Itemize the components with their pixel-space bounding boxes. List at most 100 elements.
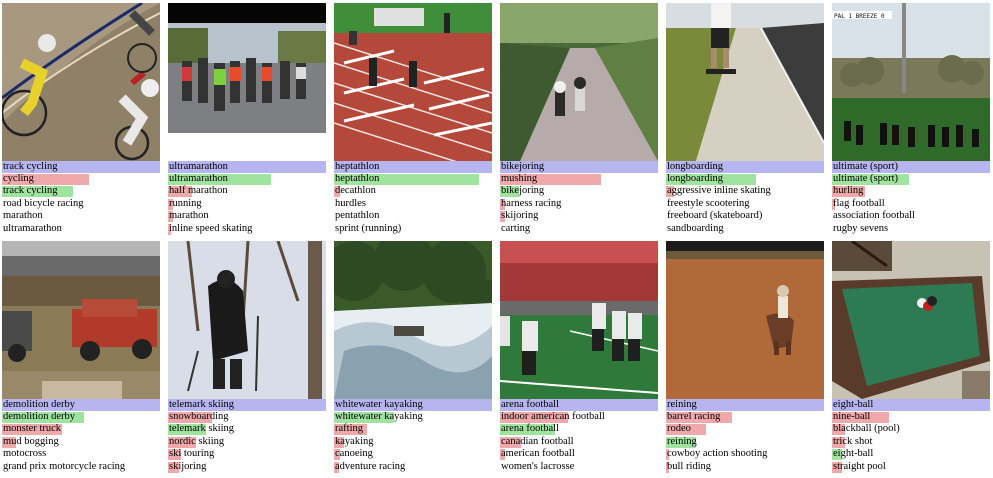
- prediction-label: rodeo: [667, 423, 691, 435]
- prediction-row: blackball (pool): [832, 423, 990, 436]
- ground-truth-label: eight-ball: [832, 399, 990, 411]
- prediction-list: cycling track cycling road bicycle racing m…: [2, 173, 160, 235]
- prediction-row: rodeo: [666, 423, 824, 436]
- prediction-row: trick shot: [832, 436, 990, 448]
- prediction-label: american football: [501, 448, 575, 460]
- prediction-row: harness racing: [500, 198, 658, 210]
- prediction-list: snowboarding telemark skiing nordic skiing…: [168, 411, 326, 473]
- prediction-label: eight-ball: [833, 448, 874, 460]
- prediction-list: ultramarathon half marathon running maratho…: [168, 173, 326, 235]
- prediction-label: bikejoring: [501, 185, 545, 197]
- prediction-row: skijoring: [500, 210, 658, 223]
- prediction-row: bull riding: [666, 461, 824, 473]
- prediction-row: pentathlon: [334, 210, 492, 222]
- prediction-row: skijoring: [168, 461, 326, 473]
- prediction-row: bikejoring: [500, 185, 658, 198]
- prediction-label: cowboy action shooting: [667, 448, 768, 460]
- prediction-label: skijoring: [169, 460, 207, 472]
- prediction-row: whitewater kayaking: [334, 411, 492, 423]
- prediction-row: hurdles: [334, 198, 492, 210]
- prediction-row: canadian football: [500, 436, 658, 448]
- prediction-row: flag football: [832, 198, 990, 210]
- prediction-row: longboarding: [666, 173, 824, 185]
- grid-row-1: track cycling cycling track cycling road b…: [2, 3, 991, 240]
- prediction-label: half marathon: [169, 185, 228, 197]
- prediction-row: straight pool: [832, 461, 990, 473]
- prediction-label: telemark skiing: [169, 423, 235, 435]
- prediction-label: association football: [833, 210, 915, 222]
- video-frame-telemark-skiing: [168, 241, 326, 399]
- prediction-row: arena football: [500, 423, 658, 436]
- prediction-label: skijoring: [501, 210, 539, 222]
- prediction-row: half marathon: [168, 185, 326, 198]
- prediction-row: sprint (running): [334, 223, 492, 235]
- prediction-row: association football: [832, 210, 990, 222]
- ground-truth-label: arena football: [500, 399, 658, 411]
- prediction-list: demolition derby monster truck mud bogging…: [2, 411, 160, 473]
- result-cell-ultimate-sport: PAL 1 BREEZE 0 ultimate (sport) ultimate…: [832, 3, 990, 235]
- prediction-row: ski touring: [168, 448, 326, 461]
- prediction-row: mud bogging: [2, 436, 160, 448]
- video-frame-arena-football: [500, 241, 658, 399]
- prediction-row: nordic skiing: [168, 436, 326, 448]
- result-cell-arena-football: arena football indoor american football a…: [500, 241, 658, 473]
- prediction-label: mud bogging: [3, 435, 59, 447]
- prediction-row: ultramarathon: [168, 173, 326, 185]
- prediction-row: aggressive inline skating: [666, 185, 824, 198]
- prediction-label: heptathlon: [335, 173, 380, 184]
- prediction-label: sandboarding: [667, 222, 724, 234]
- prediction-label: straight pool: [833, 460, 886, 472]
- prediction-label: ultramarathon: [3, 222, 62, 234]
- prediction-label: carting: [501, 222, 531, 234]
- video-frame-track-cycling: [2, 3, 160, 161]
- prediction-list: heptathlon decathlon hurdles pentathlon spri…: [334, 173, 492, 235]
- result-cell-demolition-derby: demolition derby demolition derby monster…: [2, 241, 160, 473]
- prediction-row: monster truck: [2, 423, 160, 436]
- prediction-label: aggressive inline skating: [667, 185, 771, 197]
- prediction-label: cycling: [3, 173, 34, 184]
- prediction-row: nine-ball: [832, 411, 990, 423]
- prediction-row: snowboarding: [168, 411, 326, 423]
- ground-truth-label: whitewater kayaking: [334, 399, 492, 411]
- prediction-row: marathon: [168, 210, 326, 223]
- prediction-label: mushing: [501, 173, 538, 184]
- prediction-label: freeboard (skateboard): [667, 210, 763, 222]
- prediction-label: blackball (pool): [833, 423, 900, 435]
- result-cell-telemark-skiing: telemark skiing snowboarding telemark ski…: [168, 241, 326, 473]
- prediction-row: canoeing: [334, 448, 492, 461]
- prediction-label: canadian football: [501, 435, 574, 447]
- prediction-label: sprint (running): [335, 222, 402, 234]
- prediction-list: barrel racing rodeo reining cowboy action s…: [666, 411, 824, 473]
- prediction-row: women's lacrosse: [500, 461, 658, 473]
- prediction-label: bull riding: [667, 460, 712, 472]
- prediction-label: marathon: [3, 210, 43, 222]
- prediction-label: nordic skiing: [169, 435, 225, 447]
- video-frame-ultimate-sport: PAL 1 BREEZE 0: [832, 3, 990, 161]
- prediction-label: kayaking: [335, 435, 374, 447]
- prediction-label: grand prix motorcycle racing: [3, 460, 126, 472]
- video-frame-demolition-derby: [2, 241, 160, 399]
- prediction-label: motocross: [3, 448, 47, 460]
- ground-truth-label: reining: [666, 399, 824, 411]
- prediction-list: indoor american football arena football ca…: [500, 411, 658, 473]
- prediction-row: adventure racing: [334, 461, 492, 473]
- prediction-row: marathon: [2, 210, 160, 222]
- prediction-label: monster truck: [3, 423, 62, 435]
- prediction-label: freestyle scootering: [667, 197, 750, 209]
- score-overlay: PAL 1 BREEZE 0: [834, 13, 885, 20]
- video-frame-longboarding: [666, 3, 824, 161]
- video-frame-heptathlon: [334, 3, 492, 161]
- prediction-label: track cycling: [3, 185, 58, 197]
- prediction-row: cycling: [2, 173, 160, 185]
- prediction-row: sandboarding: [666, 223, 824, 235]
- prediction-row: kayaking: [334, 436, 492, 448]
- video-frame-whitewater-kayaking: [334, 241, 492, 399]
- prediction-label: flag football: [833, 197, 885, 209]
- prediction-label: women's lacrosse: [501, 460, 575, 472]
- prediction-label: inline speed skating: [169, 222, 253, 234]
- prediction-label: demolition derby: [3, 411, 76, 422]
- prediction-row: motocross: [2, 448, 160, 460]
- prediction-row: ultimate (sport): [832, 173, 990, 185]
- prediction-row: freestyle scootering: [666, 198, 824, 210]
- prediction-list: whitewater kayaking rafting kayaking canoei…: [334, 411, 492, 473]
